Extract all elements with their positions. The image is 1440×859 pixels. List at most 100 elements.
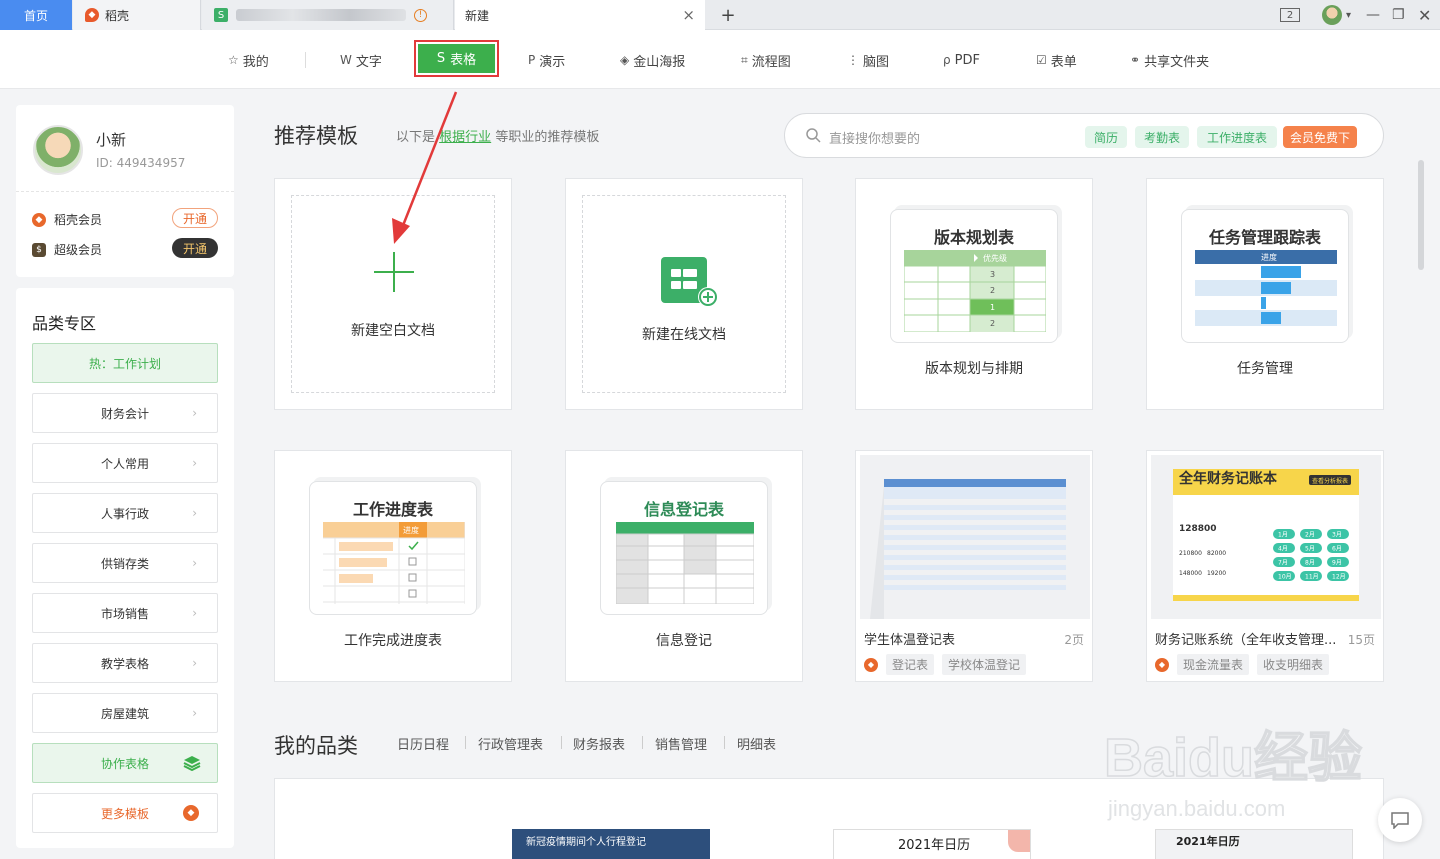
category-hot[interactable]: 热：工作计划	[32, 343, 218, 383]
template-card[interactable]: 版本规划表 优先级 3 2 1 2 版本规划与排期	[855, 178, 1093, 410]
template-card[interactable]: 全年财务记账本 查看分析报表 128800 210800 82000 14800…	[1146, 450, 1384, 682]
avatar-small[interactable]	[1322, 5, 1342, 25]
open-daoke-vip-button[interactable]: 开通	[172, 208, 218, 228]
category-more-label: 更多模板	[100, 806, 149, 821]
category-item[interactable]: 人事行政 ›	[32, 493, 218, 533]
tab-daoke[interactable]: ◆ 稻壳	[73, 0, 201, 30]
new-tab-button[interactable]: +	[716, 4, 740, 26]
my-category-link[interactable]: 销售管理	[655, 734, 707, 753]
chevron-right-icon: ›	[192, 406, 197, 420]
search-chip[interactable]: 考勤表	[1135, 126, 1189, 148]
category-item[interactable]: 教学表格 ›	[32, 643, 218, 683]
search-chip[interactable]: 工作进度表	[1197, 126, 1277, 148]
preview-title: 信息登记表	[643, 500, 724, 519]
template-card[interactable]: 工作进度表 进度 工作完成进度表	[274, 450, 512, 682]
minimize-icon[interactable]: —	[1366, 0, 1380, 30]
template-thumbnail[interactable]: 新冠疫情期间个人行程登记	[512, 829, 710, 859]
nav-mind-label: 脑图	[863, 54, 890, 70]
nav-sheet[interactable]: S 表格	[418, 44, 495, 73]
nav-form-label: 表单	[1050, 54, 1077, 70]
thumb-title: 全年财务记账本	[1178, 470, 1278, 487]
template-tag[interactable]: 现金流量表	[1177, 654, 1250, 675]
nav-flow[interactable]: ⌗ 流程图	[741, 51, 791, 70]
open-super-vip-button[interactable]: 开通	[172, 238, 218, 258]
template-search[interactable]: 直接搜你想要的 简历 考勤表 工作进度表 会员免费下	[784, 113, 1384, 158]
nav-mind[interactable]: ⋮ 脑图	[847, 51, 890, 70]
month-pill-label: 5月	[1305, 546, 1315, 553]
my-category-link[interactable]: 明细表	[737, 734, 776, 753]
category-label: 教学表格	[100, 656, 149, 671]
template-preview: 信息登记表	[600, 481, 768, 615]
thumb-title: 2021年日历	[898, 838, 971, 853]
thumb-number: 148000	[1179, 570, 1202, 577]
nav-present[interactable]: P 演示	[528, 51, 565, 70]
warning-icon: !	[414, 8, 427, 22]
template-card[interactable]: 任务管理跟踪表 进度 任务管理	[1146, 178, 1384, 410]
mindmap-icon: ⋮	[847, 53, 859, 67]
plus-icon	[374, 252, 414, 292]
chevron-down-icon[interactable]: ▾	[1346, 0, 1351, 30]
nav-mine[interactable]: ☆ 我的	[228, 51, 269, 70]
super-vip-icon: $	[32, 242, 46, 257]
category-item[interactable]: 房屋建筑 ›	[32, 693, 218, 733]
nav-pdf[interactable]: ρ PDF	[943, 51, 980, 69]
nav-text[interactable]: W 文字	[340, 51, 382, 70]
search-icon	[806, 128, 821, 143]
scrollbar-thumb[interactable]	[1418, 160, 1424, 270]
my-category-link[interactable]: 财务报表	[573, 734, 625, 753]
my-category-link[interactable]: 行政管理表	[478, 734, 543, 753]
month-pill-label: 3月	[1332, 532, 1342, 539]
tab-home[interactable]: 首页	[0, 0, 72, 30]
template-card[interactable]: 信息登记表 信息登记	[565, 450, 803, 682]
priority-value: 2	[990, 286, 995, 295]
daoke-icon: ◆	[864, 657, 878, 672]
nav-sheet-highlight[interactable]: S 表格	[414, 40, 499, 77]
user-id: ID: 449434957	[96, 156, 186, 170]
template-tag[interactable]: 收支明细表	[1257, 654, 1330, 675]
chevron-right-icon: ›	[192, 656, 197, 670]
thumb-number: 19200	[1207, 570, 1226, 577]
my-category-link[interactable]: 日历日程	[397, 734, 449, 753]
template-thumbnail[interactable]: 2021年日历	[833, 829, 1031, 859]
window-close-icon[interactable]: ✕	[1418, 0, 1431, 30]
priority-header: 优先级	[983, 253, 1007, 263]
nav-divider	[305, 52, 306, 68]
category-item[interactable]: 个人常用 ›	[32, 443, 218, 483]
chevron-right-icon: ›	[192, 706, 197, 720]
close-icon[interactable]: ×	[682, 6, 695, 24]
window-counter[interactable]: 2	[1280, 0, 1300, 30]
preview-title: 任务管理跟踪表	[1208, 228, 1321, 247]
month-pill-label: 10月	[1278, 574, 1292, 581]
tab-document-blurred[interactable]: S !	[202, 0, 454, 30]
share-folder-icon: ⚭	[1130, 53, 1141, 67]
chevron-right-icon: ›	[192, 456, 197, 470]
month-pill-label: 11月	[1305, 574, 1319, 581]
feedback-button[interactable]	[1378, 798, 1422, 842]
category-more[interactable]: 更多模板 ◆	[32, 793, 218, 833]
category-item[interactable]: 财务会计 ›	[32, 393, 218, 433]
category-item[interactable]: 供销存类 ›	[32, 543, 218, 583]
template-tag[interactable]: 登记表	[886, 654, 935, 675]
template-card[interactable]: 学生体温登记表 2页 ◆ 登记表 学校体温登记	[855, 450, 1093, 682]
nav-text-label: 文字	[355, 54, 382, 70]
vip-free-chip[interactable]: 会员免费下	[1283, 126, 1357, 148]
search-input[interactable]: 直接搜你想要的	[829, 128, 920, 147]
tab-new[interactable]: 新建 ×	[455, 0, 705, 30]
template-preview: 任务管理跟踪表 进度	[1181, 209, 1349, 343]
nav-poster[interactable]: ◈ 金山海报	[620, 51, 685, 70]
template-label: 版本规划与排期	[925, 361, 1023, 377]
template-tag[interactable]: 学校体温登记	[942, 654, 1027, 675]
title-bar: 首页 ◆ 稻壳 S ! 新建 × + 2 ▾ — ❐ ✕	[0, 0, 1440, 30]
new-online-card[interactable]: 新建在线文档	[565, 178, 803, 410]
category-collab[interactable]: 协作表格	[32, 743, 218, 783]
template-thumbnail[interactable]: 2021年日历	[1155, 829, 1353, 859]
nav-share[interactable]: ⚭ 共享文件夹	[1130, 51, 1209, 70]
online-sheet-icon	[661, 257, 718, 307]
avatar[interactable]	[33, 125, 83, 175]
restore-icon[interactable]: ❐	[1392, 0, 1405, 30]
nav-form[interactable]: ☑ 表单	[1036, 51, 1077, 70]
recommend-title: 推荐模板	[274, 124, 358, 148]
priority-value: 1	[990, 303, 995, 312]
search-chip[interactable]: 简历	[1085, 126, 1127, 148]
category-item[interactable]: 市场销售 ›	[32, 593, 218, 633]
